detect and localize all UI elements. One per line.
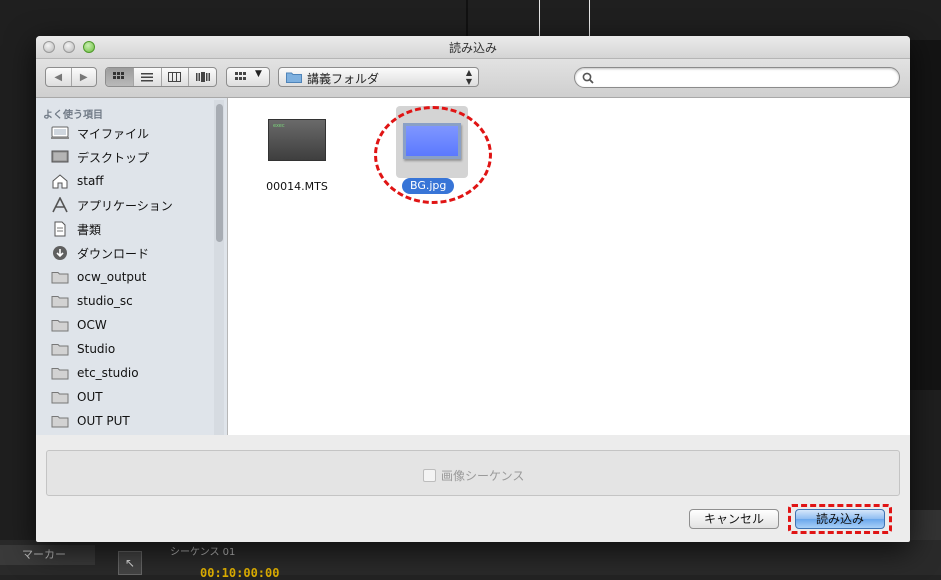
folder-icon xyxy=(50,365,70,381)
annotation-rectangle xyxy=(788,504,892,534)
sidebar-item-label: OUT PUT xyxy=(77,414,130,428)
toolbar: ◀ ▶ ▼ 講義フォルダ ▲ ▼ xyxy=(36,59,910,98)
panel-divider xyxy=(466,0,468,40)
coverflow-icon xyxy=(195,72,210,82)
column-view-button[interactable] xyxy=(162,68,190,86)
folder-icon xyxy=(50,389,70,405)
list-icon xyxy=(141,73,154,82)
coverflow-view-button[interactable] xyxy=(189,68,216,86)
back-forward-control: ◀ ▶ xyxy=(45,67,97,87)
applications-icon xyxy=(50,197,70,213)
timecode: 00:10:00:00 xyxy=(200,566,280,580)
monitor-guide-line xyxy=(589,0,590,36)
location-label: 講義フォルダ xyxy=(307,72,380,86)
sidebar-item-label: アプリケーション xyxy=(77,198,173,213)
folder-icon xyxy=(50,293,70,309)
icon-view-button[interactable] xyxy=(106,68,134,86)
sidebar-item-studio[interactable]: Studio xyxy=(50,337,215,361)
arrange-grid-icon xyxy=(235,72,246,80)
sidebar-item-label: Studio xyxy=(77,342,116,356)
sidebar-item-label: etc_studio xyxy=(77,366,139,380)
video-thumbnail: exec xyxy=(268,119,326,161)
annotation-circle xyxy=(374,106,492,204)
sidebar-item-out-put[interactable]: OUT PUT xyxy=(50,409,215,433)
sidebar-item-label: ダウンロード xyxy=(77,246,150,261)
search-field[interactable] xyxy=(574,67,900,88)
sidebar-item-applications[interactable]: アプリケーション xyxy=(50,193,215,217)
options-panel: 画像シーケンス xyxy=(46,450,900,496)
desktop-icon xyxy=(50,149,70,165)
transport-controls xyxy=(905,510,941,540)
checkbox-box xyxy=(423,469,436,482)
sidebar-scrollbar-thumb[interactable] xyxy=(216,104,223,242)
folder-icon xyxy=(50,341,70,357)
folder-icon xyxy=(286,72,302,83)
sidebar-item-label: OUT xyxy=(77,390,103,404)
grid-icon xyxy=(113,72,125,79)
selection-tool-icon[interactable]: ↖ xyxy=(118,551,142,575)
sidebar-item-ocw-output[interactable]: ocw_output xyxy=(50,265,215,289)
sidebar-item-out[interactable]: OUT xyxy=(50,385,215,409)
sidebar-item-documents[interactable]: 書類 xyxy=(50,217,215,241)
sidebar-item-label: ocw_output xyxy=(77,270,147,284)
sidebar-item-etc-studio[interactable]: etc_studio xyxy=(50,361,215,385)
folder-icon xyxy=(50,413,70,429)
marker-tab[interactable]: マーカー xyxy=(0,545,95,565)
arrange-popup[interactable]: ▼ xyxy=(226,67,270,87)
downloads-icon xyxy=(50,245,70,261)
documents-icon xyxy=(50,221,70,237)
image-sequence-checkbox[interactable]: 画像シーケンス xyxy=(423,467,524,484)
program-monitor xyxy=(909,40,941,390)
file-name: 00014.MTS xyxy=(266,180,328,193)
sequence-tab[interactable]: シーケンス 01 xyxy=(170,543,260,559)
all-files-icon xyxy=(50,125,70,141)
sidebar-item-ocw[interactable]: OCW xyxy=(50,313,215,337)
favorites-heading: よく使う項目 xyxy=(43,110,103,121)
sidebar-item-label: マイファイル xyxy=(77,126,150,141)
import-dialog: 読み込み ◀ ▶ ▼ 講義フォルダ ▲ ▼ よく使う項目 マイファイル デスクト… xyxy=(36,36,910,542)
forward-button[interactable]: ▶ xyxy=(72,68,97,86)
file-browser: exec 00014.MTS BG.jpg xyxy=(228,98,910,435)
search-icon xyxy=(582,72,594,84)
monitor-guide-line xyxy=(539,0,540,40)
sidebar-item-all-files[interactable]: マイファイル xyxy=(50,121,215,145)
dialog-title: 読み込み xyxy=(448,41,497,55)
sidebar-item-label: デスクトップ xyxy=(77,150,150,165)
list-view-button[interactable] xyxy=(134,68,162,86)
sidebar-item-label: studio_sc xyxy=(77,294,133,308)
columns-icon xyxy=(168,72,182,82)
home-icon xyxy=(50,173,70,189)
sidebar-item-label: OCW xyxy=(77,318,107,332)
image-sequence-label: 画像シーケンス xyxy=(441,469,525,483)
title-bar: 読み込み xyxy=(36,36,910,59)
view-mode-control xyxy=(105,67,217,87)
sidebar-item-label: staff xyxy=(77,174,104,188)
folder-icon xyxy=(50,269,70,285)
sidebar-item-desktop[interactable]: デスクトップ xyxy=(50,145,215,169)
search-input[interactable] xyxy=(597,70,891,87)
sidebar-item-label: 書類 xyxy=(77,222,102,237)
cancel-button[interactable]: キャンセル xyxy=(689,509,779,529)
location-popup[interactable]: 講義フォルダ ▲ ▼ xyxy=(278,67,479,87)
updown-arrows-icon: ▲ ▼ xyxy=(465,68,472,86)
sidebar-item-studio-sc[interactable]: studio_sc xyxy=(50,289,215,313)
back-button[interactable]: ◀ xyxy=(46,68,72,86)
chevron-down-icon: ▼ xyxy=(255,69,262,79)
sidebar: よく使う項目 マイファイル デスクトップ staff アプリケーション 書類 ダ… xyxy=(36,98,228,435)
sidebar-item-staff[interactable]: staff xyxy=(50,169,215,193)
folder-icon xyxy=(50,317,70,333)
sidebar-item-downloads[interactable]: ダウンロード xyxy=(50,241,215,265)
